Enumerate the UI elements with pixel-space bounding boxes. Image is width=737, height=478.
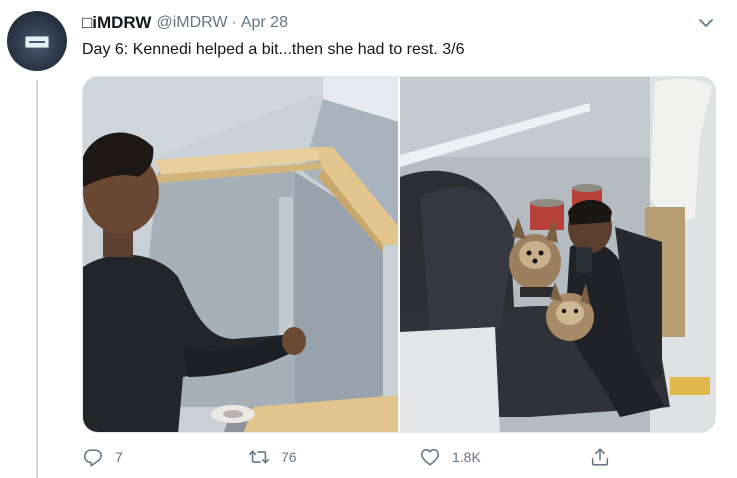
display-name[interactable]: □iMDRW — [82, 13, 151, 33]
photo-resting-image — [400, 77, 715, 432]
tweet-header: □iMDRW @iMDRW · Apr 28 — [82, 12, 288, 34]
retweet-count: 76 — [281, 449, 297, 465]
avatar[interactable] — [7, 11, 67, 71]
tweet-actions: 7 76 1.8K — [82, 446, 622, 472]
like-count: 1.8K — [452, 449, 481, 465]
heart-icon — [420, 448, 440, 466]
reply-button[interactable]: 7 — [82, 446, 123, 468]
retweet-icon — [249, 450, 269, 464]
user-handle[interactable]: @iMDRW — [156, 14, 227, 32]
like-button[interactable]: 1.8K — [419, 446, 481, 468]
media-grid[interactable] — [82, 76, 716, 433]
share-icon — [591, 448, 609, 466]
share-button[interactable] — [589, 446, 611, 468]
thread-line — [36, 80, 38, 478]
separator-dot: · — [231, 14, 237, 31]
tweet-date[interactable]: Apr 28 — [241, 14, 288, 32]
retweet-button[interactable]: 76 — [248, 446, 297, 468]
chevron-down-icon — [699, 19, 713, 27]
photo-painting[interactable] — [83, 77, 398, 432]
photo-painting-image — [83, 77, 398, 432]
license-plate-graphic — [25, 36, 49, 48]
more-options-button[interactable] — [695, 12, 717, 34]
tweet-text: Day 6: Kennedi helped a bit...then she h… — [82, 41, 465, 58]
reply-count: 7 — [115, 449, 123, 465]
reply-icon — [83, 449, 103, 467]
photo-resting[interactable] — [400, 77, 715, 432]
